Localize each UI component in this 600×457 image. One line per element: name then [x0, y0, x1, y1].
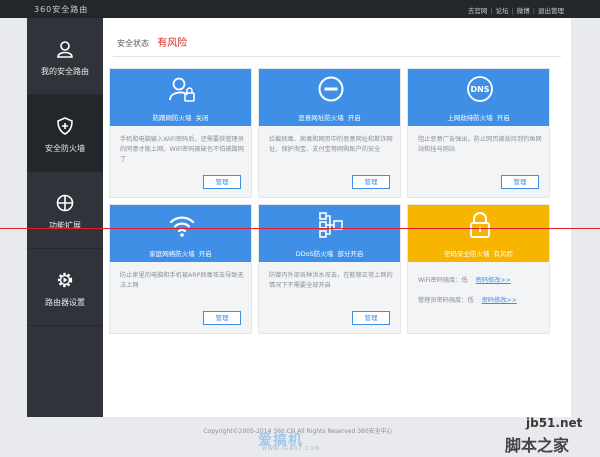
- card-description: 防止家里的电脑和手机被ARP病毒攻击导致无法上网: [120, 272, 244, 289]
- card-description: 拦截病毒、病毒和网页中的恶意网址和欺诈网址，保护淘宝、支付宝等网购账户的安全: [269, 136, 393, 153]
- card-description: 手机和电脑输入WiFi密码后，还需要获管理员的同意才能上网。WiFi密码被破也不…: [120, 136, 244, 163]
- card-title: 防蹭网防火墙: [152, 114, 192, 122]
- card-title: 家庭网络防火墙: [149, 250, 195, 258]
- manage-button[interactable]: 管理: [501, 175, 539, 189]
- status-label: 安全状态: [117, 39, 149, 48]
- security-status: 安全状态 有风险: [117, 34, 187, 49]
- card-description: 阻止恶意广告弹出，防止网页被劫持到钓鱼网站和挂马网站: [418, 136, 542, 153]
- card-description: 防御内外部各种洪水攻击，在能够正常上网的情况下不需要全部开启: [269, 272, 393, 289]
- sidebar-item-extensions[interactable]: 功能扩展: [27, 172, 103, 249]
- dns-icon: DNS: [467, 76, 493, 102]
- sidebar-item-firewall[interactable]: 安全防火墙: [27, 95, 103, 172]
- watermark-igao7-url: WWW.IGAO7.COM: [262, 446, 320, 452]
- card-title: 恶意网址防火墙: [298, 114, 344, 122]
- card-state: 关闭: [195, 114, 209, 122]
- divider: [113, 56, 561, 57]
- sidebar-item-label: 我的安全路由: [41, 67, 89, 76]
- card-title: 密码安全防火墙: [444, 250, 490, 258]
- status-value: 有风险: [157, 38, 188, 49]
- sidebar-item-label: 功能扩展: [49, 221, 81, 230]
- network-icon: [319, 212, 343, 238]
- card-state: 有风险: [493, 250, 514, 258]
- user-icon: [57, 41, 73, 58]
- card-malicious-url: 恶意网址防火墙 开启 拦截病毒、病毒和网页中的恶意网址和欺诈网址，保护淘宝、支付宝…: [258, 68, 401, 198]
- sidebar-item-label: 安全防火墙: [45, 144, 85, 153]
- link-logout[interactable]: 退出管理: [538, 7, 564, 15]
- link-official-site[interactable]: 去官网: [468, 7, 488, 15]
- manage-button[interactable]: 管理: [352, 175, 390, 189]
- card-title: DDoS防火墙: [295, 250, 334, 258]
- card-state: 部分开启: [337, 250, 364, 258]
- main-content: 安全状态 有风险 防蹭网防火墙 关闭 手机和电脑输入WiFi密码后，还需要获管理员…: [103, 18, 571, 417]
- change-admin-password-link[interactable]: 密码修改>>: [482, 297, 517, 304]
- card-home-network: 家庭网络防火墙 开启 防止家里的电脑和手机被ARP病毒攻击导致无法上网 管理: [109, 204, 252, 334]
- wifi-icon: [169, 216, 195, 237]
- watermark-jb51: jb51.net: [526, 416, 583, 430]
- admin-password-strength: 管理员密码强度：低: [418, 297, 474, 304]
- grid-circle-icon: [56, 194, 74, 212]
- user-lock-icon: [169, 77, 195, 102]
- card-state: 开启: [347, 114, 361, 122]
- sidebar-item-my-router[interactable]: 我的安全路由: [27, 18, 103, 95]
- card-password-security: 密码安全防火墙 有风险 WiFi密码强度：低 密码修改>> 管理员密码强度：低 密码修…: [407, 204, 550, 334]
- manage-button[interactable]: 管理: [203, 311, 241, 325]
- guide-line: [0, 228, 600, 229]
- wifi-password-row: WiFi密码强度：低 密码修改>>: [418, 275, 511, 284]
- gear-icon: [57, 272, 73, 288]
- top-bar: 360安全路由 去官网 | 论坛 | 微博 | 退出管理: [0, 0, 600, 18]
- sidebar-item-router-settings[interactable]: 路由器设置: [27, 249, 103, 326]
- card-hijack: DNS 上网劫持防火墙 开启 阻止恶意广告弹出，防止网页被劫持到钓鱼网站和挂马网站…: [407, 68, 550, 198]
- card-state: 开启: [198, 250, 212, 258]
- manage-button[interactable]: 管理: [352, 311, 390, 325]
- card-ddos: DDoS防火墙 部分开启 防御内外部各种洪水攻击，在能够正常上网的情况下不需要全部…: [258, 204, 401, 334]
- top-links: 去官网 | 论坛 | 微博 | 退出管理: [467, 7, 564, 15]
- sidebar: 我的安全路由 安全防火墙 功能扩展 路由器设置: [27, 18, 103, 417]
- wifi-password-strength: WiFi密码强度：低: [418, 277, 468, 284]
- lock-icon: [470, 212, 490, 238]
- watermark-jb51-cn: 脚本之家: [505, 436, 570, 455]
- no-entry-icon: [318, 76, 344, 102]
- link-forum[interactable]: 论坛: [496, 7, 509, 15]
- change-wifi-password-link[interactable]: 密码修改>>: [476, 277, 511, 284]
- card-anti-freeloading: 防蹭网防火墙 关闭 手机和电脑输入WiFi密码后，还需要获管理员的同意才能上网。W…: [109, 68, 252, 198]
- card-title: 上网劫持防火墙: [447, 114, 493, 122]
- sidebar-item-label: 路由器设置: [45, 298, 85, 307]
- app-logo: 360安全路由: [34, 5, 89, 14]
- card-state: 开启: [496, 114, 510, 122]
- link-weibo[interactable]: 微博: [517, 7, 530, 15]
- svg-text:DNS: DNS: [470, 85, 489, 94]
- admin-password-row: 管理员密码强度：低 密码修改>>: [418, 295, 517, 304]
- manage-button[interactable]: 管理: [203, 175, 241, 189]
- shield-icon: [57, 117, 73, 135]
